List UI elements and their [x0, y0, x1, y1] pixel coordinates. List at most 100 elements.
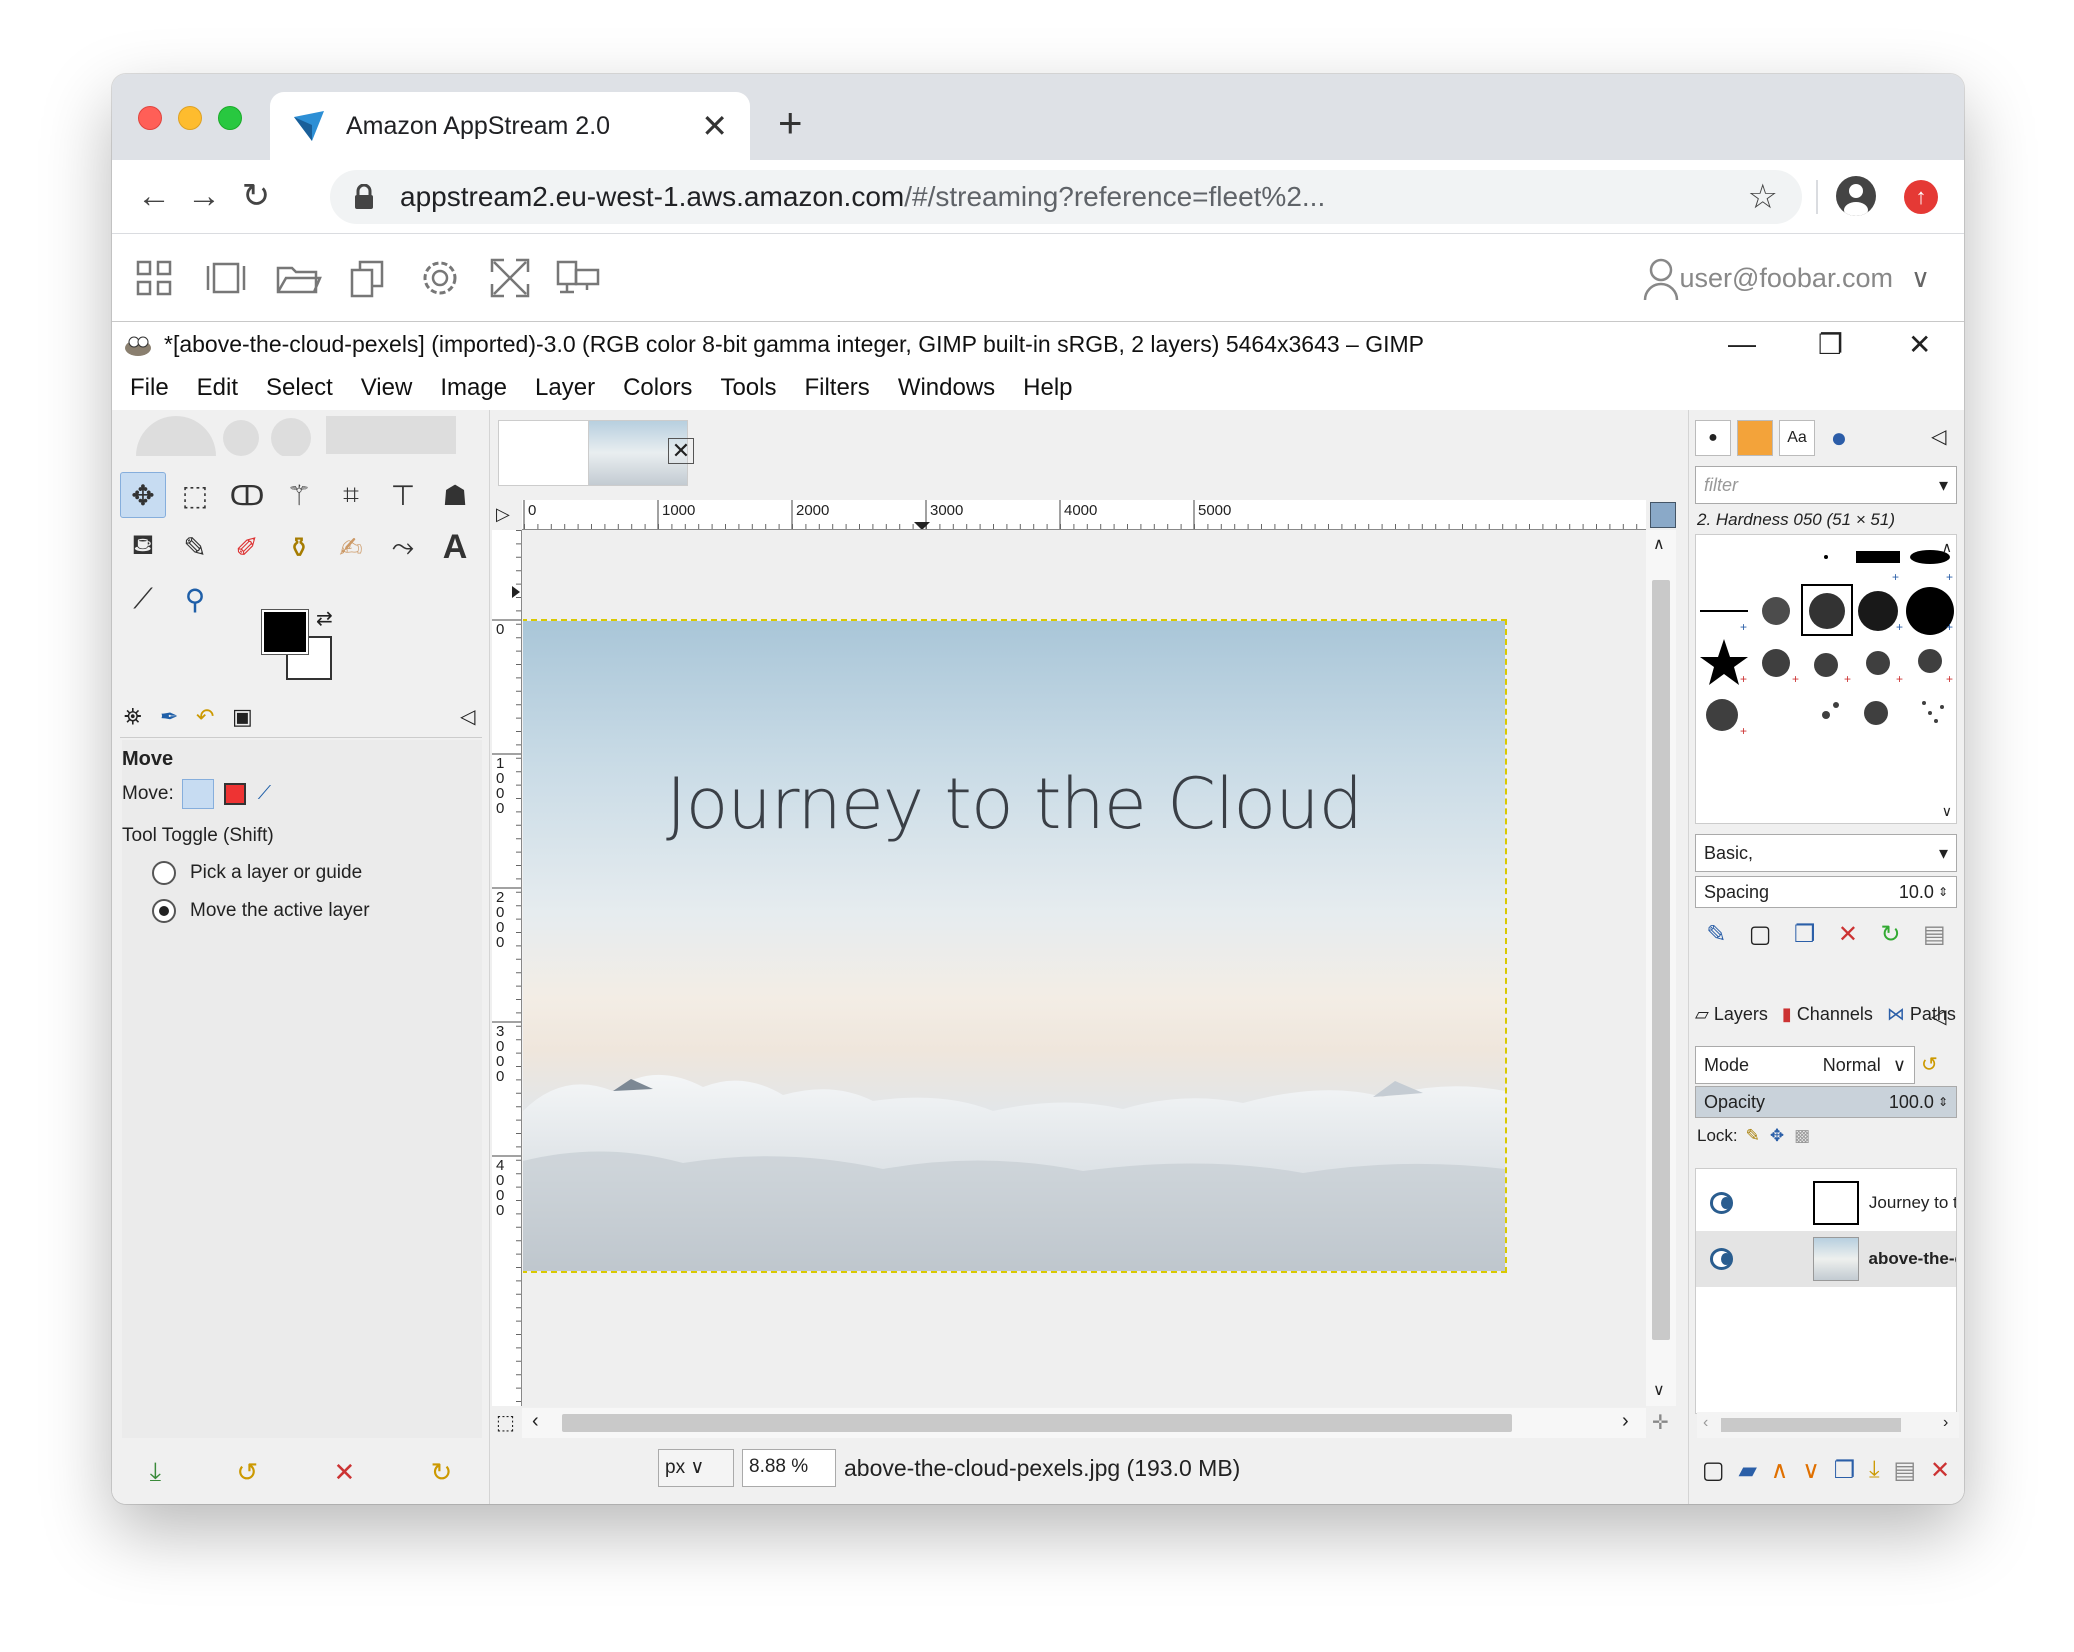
new-layer-group-icon[interactable]: ▰: [1738, 1456, 1756, 1485]
vertical-scroll-thumb[interactable]: [1652, 580, 1670, 1340]
move-path-mode-icon[interactable]: ⟋: [258, 783, 271, 805]
fuzzy-select-tool-icon[interactable]: ⚚: [276, 472, 322, 518]
layers-scroll-thumb[interactable]: [1721, 1418, 1901, 1432]
quick-mask-toggle-icon[interactable]: ▷: [496, 504, 510, 525]
menu-filters[interactable]: Filters: [804, 374, 869, 402]
refresh-brushes-icon[interactable]: ↻: [1880, 920, 1900, 949]
images-tab-icon[interactable]: ▣: [232, 704, 253, 730]
multi-monitor-icon[interactable]: [554, 254, 602, 302]
fullscreen-icon[interactable]: [486, 254, 534, 302]
visibility-eye-icon[interactable]: [1710, 1192, 1734, 1214]
undo-history-tab-icon[interactable]: ↶: [196, 704, 214, 730]
menu-tools[interactable]: Tools: [720, 374, 776, 402]
spacing-field[interactable]: Spacing 10.0 ⇕: [1695, 876, 1957, 908]
brush-filter-input[interactable]: filter ▾: [1695, 466, 1957, 504]
brush-scroll-up-icon[interactable]: ∧: [1942, 539, 1952, 556]
user-menu[interactable]: user@foobar.com ∨: [1643, 256, 1930, 300]
gradients-tab-icon[interactable]: ●: [1821, 420, 1857, 456]
pick-layer-radio[interactable]: [152, 861, 176, 885]
duplicate-brush-icon[interactable]: ❐: [1794, 920, 1816, 949]
opacity-field[interactable]: Opacity 100.0 ⇕: [1695, 1086, 1957, 1118]
unit-select[interactable]: px ∨: [658, 1449, 734, 1487]
visibility-eye-icon[interactable]: [1710, 1248, 1734, 1270]
new-tab-button[interactable]: +: [778, 102, 803, 144]
move-selection-mode-icon[interactable]: [223, 783, 246, 805]
tab-close-icon[interactable]: ✕: [701, 110, 728, 142]
raise-layer-icon[interactable]: ∧: [1771, 1456, 1789, 1485]
eraser-tool-icon[interactable]: ✐: [224, 524, 270, 570]
paths-tool-icon[interactable]: ⤳: [380, 524, 426, 570]
fonts-tab-icon[interactable]: Aa: [1779, 420, 1815, 456]
back-arrow-icon[interactable]: ←: [132, 174, 176, 218]
zoom-window-button[interactable]: [218, 106, 242, 130]
close-window-button[interactable]: [138, 106, 162, 130]
reset-options-icon[interactable]: ↻: [431, 1457, 453, 1488]
color-picker-tool-icon[interactable]: ⟋: [120, 576, 166, 622]
menu-select[interactable]: Select: [266, 374, 333, 402]
scroll-left-icon[interactable]: ‹: [1703, 1414, 1708, 1432]
lock-alpha-icon[interactable]: ▩: [1794, 1126, 1810, 1146]
catalog-icon[interactable]: [132, 254, 180, 302]
duplicate-layer-icon[interactable]: ❐: [1834, 1456, 1856, 1485]
browser-tab[interactable]: Amazon AppStream 2.0 ✕: [270, 92, 750, 160]
smudge-tool-icon[interactable]: ✍: [328, 524, 374, 570]
lock-position-icon[interactable]: ✥: [1770, 1126, 1784, 1146]
clipboard-icon[interactable]: [344, 254, 392, 302]
menu-edit[interactable]: Edit: [197, 374, 238, 402]
patterns-tab-icon[interactable]: [1737, 420, 1773, 456]
restore-options-icon[interactable]: ↺: [236, 1457, 258, 1488]
menu-view[interactable]: View: [361, 374, 413, 402]
open-brush-image-icon[interactable]: ▤: [1923, 920, 1946, 949]
configure-tab-icon[interactable]: ◁: [460, 704, 475, 729]
zoom-tool-icon[interactable]: ⚲: [172, 576, 218, 622]
layer-mask-icon[interactable]: ▤: [1893, 1456, 1916, 1485]
tab-layers[interactable]: ▱ Layers: [1695, 1004, 1768, 1025]
url-input[interactable]: appstream2.eu-west-1.aws.amazon.com/#/st…: [330, 170, 1802, 224]
close-image-tab-icon[interactable]: ✕: [668, 438, 694, 464]
unified-transform-tool-icon[interactable]: ⊤: [380, 472, 426, 518]
move-layer-mode-icon[interactable]: [181, 779, 214, 809]
menu-image[interactable]: Image: [440, 374, 507, 402]
zoom-select[interactable]: 8.88 %: [742, 1449, 836, 1487]
horizontal-scroll-thumb[interactable]: [562, 1414, 1512, 1432]
layer-name[interactable]: above-the-cloud: [1869, 1249, 1956, 1269]
bookmark-star-icon[interactable]: ☆: [1748, 177, 1778, 217]
reset-mode-icon[interactable]: ↺: [1921, 1052, 1938, 1077]
brush-preset-select[interactable]: Basic, ▾: [1695, 834, 1957, 872]
clone-tool-icon[interactable]: ⚱: [276, 524, 322, 570]
edit-brush-icon[interactable]: ✎: [1706, 920, 1726, 949]
windows-icon[interactable]: [202, 254, 250, 302]
lasso-tool-icon[interactable]: ↀ: [224, 472, 270, 518]
merge-down-icon[interactable]: ⤓: [1869, 1456, 1880, 1484]
brushes-configure-icon[interactable]: ◁: [1931, 424, 1946, 449]
layers-configure-icon[interactable]: ◁: [1931, 1004, 1946, 1029]
save-options-icon[interactable]: ⤓: [150, 1456, 162, 1488]
menu-help[interactable]: Help: [1023, 374, 1072, 402]
new-brush-icon[interactable]: ▢: [1749, 920, 1772, 949]
restore-icon[interactable]: ❐: [1818, 328, 1843, 361]
menu-colors[interactable]: Colors: [623, 374, 692, 402]
scroll-right-icon[interactable]: ›: [1943, 1414, 1948, 1432]
scroll-left-icon[interactable]: ‹: [532, 1410, 539, 1433]
move-active-layer-option[interactable]: Move the active layer: [152, 899, 482, 923]
menu-layer[interactable]: Layer: [535, 374, 595, 402]
minimize-icon[interactable]: —: [1728, 328, 1756, 360]
navigation-cross-icon[interactable]: ✛: [1652, 1410, 1669, 1435]
layer-row[interactable]: Journey to the Cl: [1696, 1175, 1956, 1231]
delete-options-icon[interactable]: ✕: [333, 1457, 355, 1488]
vertical-scrollbar[interactable]: ∧ ∨: [1646, 530, 1676, 1406]
scroll-down-icon[interactable]: ∨: [1653, 1380, 1665, 1400]
horizontal-scrollbar[interactable]: ‹ ›: [522, 1408, 1646, 1438]
tab-channels[interactable]: ▮ Channels: [1782, 1004, 1873, 1025]
layer-row[interactable]: above-the-cloud: [1696, 1231, 1956, 1287]
scroll-right-icon[interactable]: ›: [1622, 1410, 1629, 1433]
new-layer-icon[interactable]: ▢: [1702, 1456, 1725, 1485]
paintbrush-tool-icon[interactable]: ✎: [172, 524, 218, 570]
folder-icon[interactable]: [274, 254, 322, 302]
device-status-tab-icon[interactable]: ✒: [160, 704, 178, 730]
close-icon[interactable]: ✕: [1908, 328, 1931, 361]
navigate-icon[interactable]: [1650, 502, 1676, 528]
foreground-color-swatch[interactable]: [261, 609, 309, 655]
menu-file[interactable]: File: [130, 374, 169, 402]
move-tool-icon[interactable]: ✥: [120, 472, 166, 518]
